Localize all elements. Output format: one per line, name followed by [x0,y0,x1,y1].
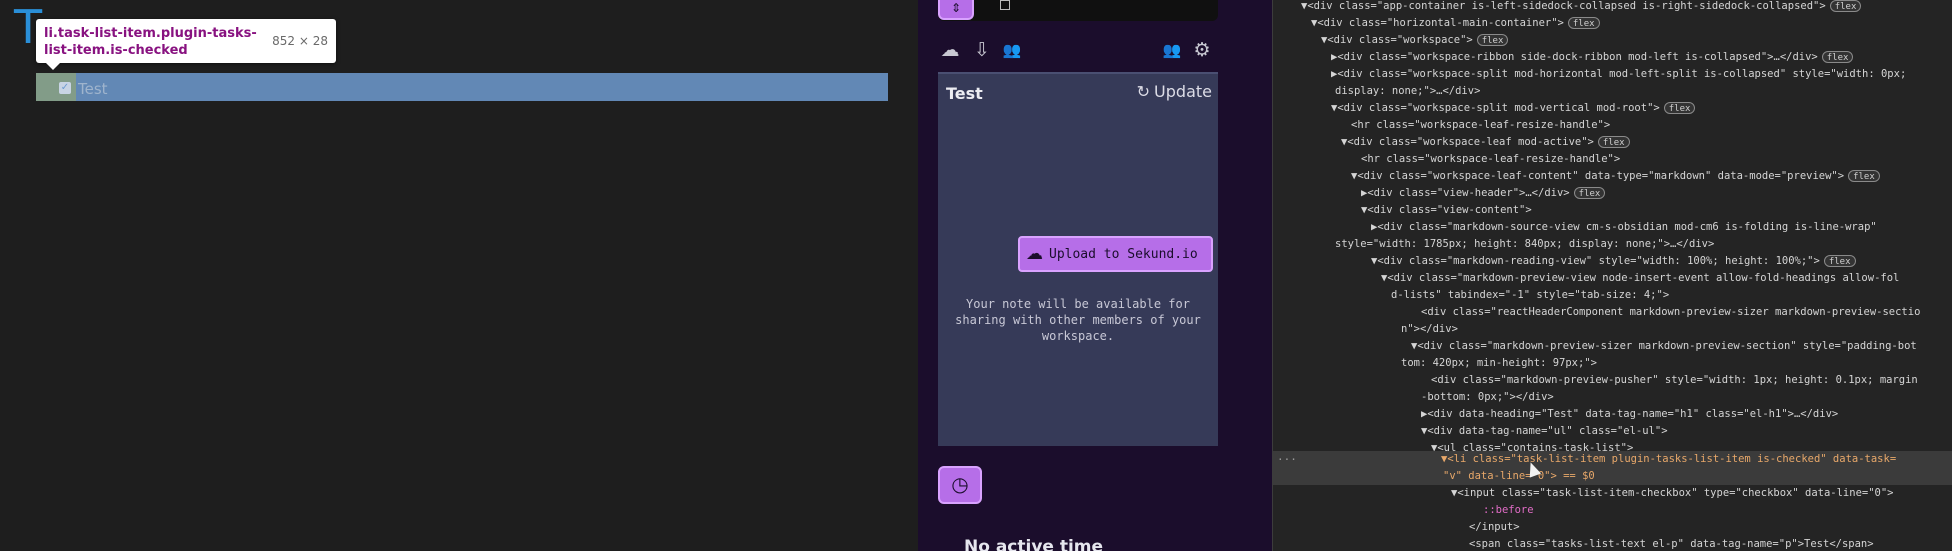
clock-icon: ◷ [951,472,969,496]
sharing-note: Your note will be available for sharing … [955,297,1201,343]
dom-node[interactable]: <hr class="workspace-leaf-resize-handle"… [1273,117,1952,134]
group-icon[interactable]: 👥 [1160,38,1184,62]
people-icon[interactable]: 👥 [1000,38,1024,62]
pin-button[interactable]: ⇕ [938,0,974,20]
dom-node[interactable]: ▼<div class="markdown-preview-sizer mark… [1273,338,1952,355]
dom-node[interactable]: ▶<div class="workspace-ribbon side-dock-… [1273,49,1952,66]
task-text: Test [78,80,108,98]
dom-node[interactable]: d-lists" tabindex="-1" style="tab-size: … [1273,287,1952,304]
clock-button[interactable]: ◷ [938,466,982,504]
dom-node[interactable]: ▶<div class="markdown-source-view cm-s-o… [1273,219,1952,236]
card-title: Test [946,84,983,103]
update-label: Update [1154,82,1212,101]
dom-node[interactable]: <hr class="workspace-leaf-resize-handle"… [1273,151,1952,168]
cloud-download-icon[interactable]: ⇩ [970,38,994,62]
gear-icon[interactable]: ⚙ [1190,38,1214,62]
tooltip-element-size: 852 × 28 [272,34,328,48]
cloud-upload-icon[interactable]: ☁ [938,38,962,62]
dom-node[interactable]: display: none;">…</div> [1273,83,1952,100]
dom-node[interactable]: <div class="markdown-preview-pusher" sty… [1273,372,1952,389]
upload-label: Upload to Sekund.io [1049,246,1198,262]
square-icon [1000,0,1010,10]
tooltip-element-name: li.task-list-item.plugin-tasks-list-item… [44,26,257,58]
note-card: Test ↻ Update ☁ Upload to Sekund.io Your… [938,72,1218,446]
dom-node[interactable]: ▼<div class="workspace-split mod-vertica… [1273,100,1952,117]
panel-toolbar: ☁ ⇩ 👥 👥 ⚙ [938,38,1218,66]
no-active-time-label: No active time [964,537,1104,551]
sekund-panel: ⇕ ☁ ⇩ 👥 👥 ⚙ Test ↻ Update ☁ Upload to Se… [918,0,1272,551]
dom-node[interactable]: <span class="tasks-list-text el-p" data-… [1273,536,1952,551]
dom-node[interactable]: ▶<div class="workspace-split mod-horizon… [1273,66,1952,83]
panel-top-strip [938,0,1218,21]
dom-node[interactable]: ▼<div class="markdown-preview-view node-… [1273,270,1952,287]
task-checkbox[interactable]: ✓ [59,82,71,94]
dom-node[interactable]: -bottom: 0px;"></div> [1273,389,1952,406]
cloud-upload-icon: ☁ [1026,244,1043,264]
inspected-element-highlight [36,73,888,101]
dom-node[interactable]: </input> [1273,519,1952,536]
update-button[interactable]: ↻ Update [1137,82,1212,101]
pin-icon: ⇕ [950,1,962,15]
editor-pane: T ✓ Test li.task-list-item.plugin-tasks-… [0,0,918,551]
dom-node[interactable]: ::before [1273,502,1952,519]
inspector-tooltip: li.task-list-item.plugin-tasks-list-item… [36,19,336,70]
more-options-icon[interactable]: ··· [1277,451,1297,468]
dom-node[interactable]: ▼<div class="workspace-leaf-content" dat… [1273,168,1952,185]
dom-node[interactable]: ▼<div class="workspace"> flex [1273,32,1952,49]
dom-node[interactable]: ▼<div class="markdown-reading-view" styl… [1273,253,1952,270]
dom-node-selected[interactable]: ··· ▼<li class="task-list-item plugin-ta… [1273,451,1952,485]
dom-node[interactable]: ▼<div data-tag-name="ul" class="el-ul"> [1273,423,1952,440]
dom-node[interactable]: <div class="reactHeaderComponent markdow… [1273,304,1952,321]
refresh-icon: ↻ [1136,82,1151,101]
dom-node[interactable]: tom: 420px; min-height: 97px;"> [1273,355,1952,372]
dom-node[interactable]: ▼<div class="app-container is-left-sided… [1273,0,1952,15]
upload-button[interactable]: ☁ Upload to Sekund.io [1018,236,1213,272]
dom-node[interactable]: ▼<div class="horizontal-main-container">… [1273,15,1952,32]
dom-node[interactable]: style="width: 1785px; height: 840px; dis… [1273,236,1952,253]
dom-node[interactable]: ▼<div class="workspace-leaf mod-active">… [1273,134,1952,151]
dom-node[interactable]: ▶<div class="view-header">…</div> flex [1273,185,1952,202]
dom-node[interactable]: ▶<div data-heading="Test" data-tag-name=… [1273,406,1952,423]
dom-node[interactable]: n"></div> [1273,321,1952,338]
devtools-elements-panel: ▼<div class="app-container is-left-sided… [1272,0,1952,551]
dom-node[interactable]: ▼<input class="task-list-item-checkbox" … [1273,485,1952,502]
dom-node[interactable]: ▼<div class="view-content"> [1273,202,1952,219]
